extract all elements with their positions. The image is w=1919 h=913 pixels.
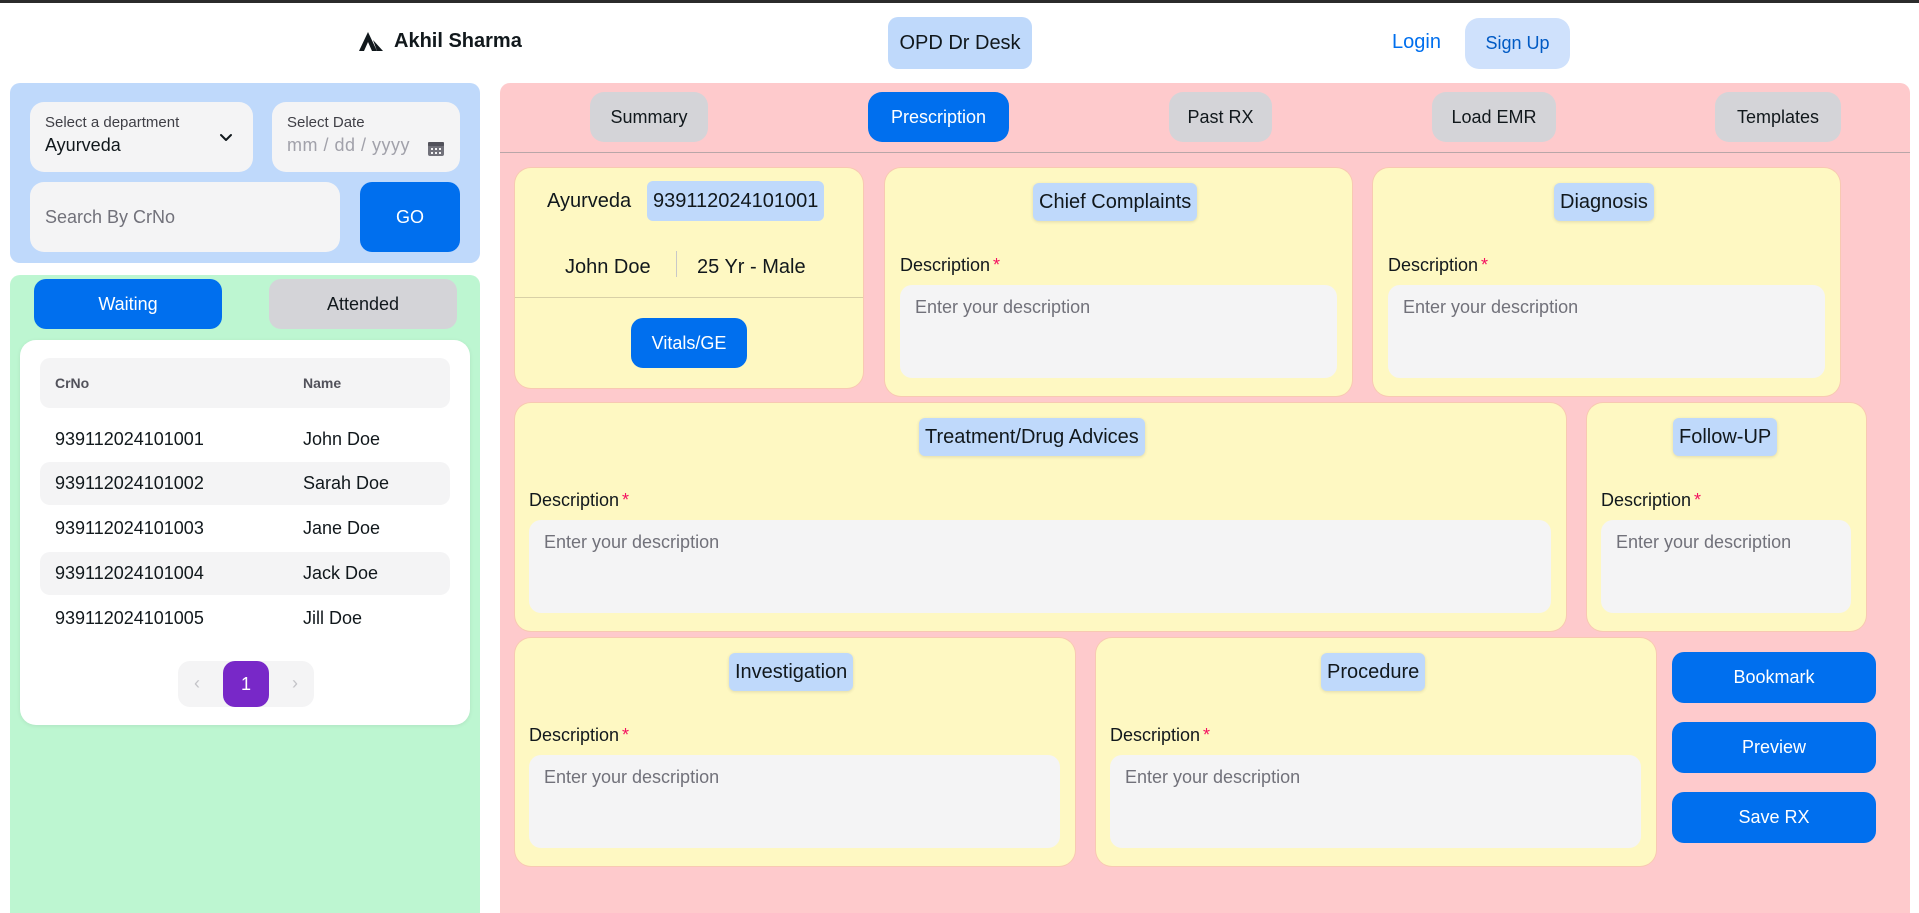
follow-up-title: Follow-UP — [1673, 418, 1778, 456]
procedure-input[interactable] — [1110, 755, 1641, 848]
patient-name: John Doe — [565, 256, 651, 278]
vitals-ge-button[interactable]: Vitals/GE — [631, 318, 747, 368]
investigation-description-label: Description * — [529, 725, 630, 745]
pagination: ‹ 1 › — [178, 661, 314, 707]
brand: Akhil Sharma — [358, 28, 522, 54]
chevron-down-icon — [220, 134, 232, 141]
cell-crno: 939112024101003 — [55, 518, 204, 538]
tab-load-emr[interactable]: Load EMR — [1432, 92, 1556, 142]
cell-crno: 939112024101001 — [55, 429, 204, 449]
date-placeholder: mm / dd / yyyy — [287, 135, 411, 155]
search-crno-input[interactable] — [30, 182, 340, 252]
tab-templates[interactable]: Templates — [1715, 92, 1841, 142]
tab-prescription[interactable]: Prescription — [868, 92, 1009, 142]
procedure-title: Procedure — [1321, 653, 1426, 691]
app-title: OPD Dr Desk — [888, 17, 1032, 69]
cell-name: Jack Doe — [303, 563, 379, 583]
preview-button[interactable]: Preview — [1672, 722, 1876, 773]
logo-icon — [359, 32, 383, 51]
login-link[interactable]: Login — [1392, 31, 1441, 54]
go-button[interactable]: GO — [360, 182, 460, 252]
cell-name: John Doe — [303, 429, 381, 449]
tab-divider — [500, 152, 1910, 153]
cell-name: Sarah Doe — [303, 473, 390, 493]
diagnosis-title: Diagnosis — [1554, 183, 1654, 221]
treatment-description-label: Description * — [529, 490, 630, 510]
cell-crno: 939112024101005 — [55, 608, 204, 628]
treatment-input[interactable] — [529, 520, 1551, 613]
cell-name: Jane Doe — [303, 518, 381, 538]
tab-past-rx[interactable]: Past RX — [1169, 92, 1272, 142]
treatment-title: Treatment/Drug Advices — [919, 418, 1145, 456]
patient-crno: 939112024101001 — [647, 181, 825, 221]
column-header-crno: CrNo — [55, 375, 90, 391]
investigation-title: Investigation — [729, 653, 854, 691]
table-row[interactable]: 939112024101005 Jill Doe — [40, 597, 450, 640]
table-row[interactable]: 939112024101003 Jane Doe — [40, 507, 450, 550]
save-rx-button[interactable]: Save RX — [1672, 792, 1876, 843]
tab-attended[interactable]: Attended — [269, 279, 457, 329]
table-row[interactable]: 939112024101004 Jack Doe — [40, 552, 450, 595]
follow-up-description-label: Description * — [1601, 490, 1702, 510]
diagnosis-description-label: Description * — [1388, 255, 1489, 275]
diagnosis-input[interactable] — [1388, 285, 1825, 378]
bookmark-button[interactable]: Bookmark — [1672, 652, 1876, 703]
patient-separator — [676, 251, 677, 277]
patient-age-sex: 25 Yr - Male — [697, 256, 806, 278]
calendar-icon[interactable] — [426, 138, 446, 158]
table-row[interactable]: 939112024101001 John Doe — [40, 418, 450, 461]
table-row[interactable]: 939112024101002 Sarah Doe — [40, 462, 450, 505]
follow-up-input[interactable] — [1601, 520, 1851, 613]
patient-card-divider — [515, 297, 863, 298]
pagination-next[interactable]: › — [292, 673, 298, 694]
tab-summary[interactable]: Summary — [590, 92, 708, 142]
chief-complaints-title: Chief Complaints — [1033, 183, 1198, 221]
signup-button[interactable]: Sign Up — [1465, 18, 1570, 69]
column-header-name: Name — [303, 375, 342, 391]
date-label: Select Date — [287, 114, 365, 131]
investigation-input[interactable] — [529, 755, 1060, 848]
pagination-prev[interactable]: ‹ — [194, 673, 200, 694]
department-select[interactable]: Select a department Ayurveda — [30, 102, 253, 172]
brand-name: Akhil Sharma — [394, 29, 522, 52]
pagination-page-current[interactable]: 1 — [223, 661, 269, 707]
patient-department: Ayurveda — [547, 190, 632, 212]
department-select-label: Select a department — [45, 114, 180, 131]
cell-crno: 939112024101002 — [55, 473, 204, 493]
cell-crno: 939112024101004 — [55, 563, 204, 583]
top-border — [0, 0, 1919, 3]
tab-waiting[interactable]: Waiting — [34, 279, 222, 329]
table-header: CrNo Name — [40, 358, 450, 408]
cell-name: Jill Doe — [303, 608, 363, 628]
procedure-description-label: Description * — [1110, 725, 1211, 745]
date-picker[interactable]: Select Date mm / dd / yyyy — [272, 102, 460, 172]
department-select-value: Ayurveda — [45, 135, 121, 155]
chief-complaints-description-label: Description * — [900, 255, 1001, 275]
chief-complaints-input[interactable] — [900, 285, 1337, 378]
